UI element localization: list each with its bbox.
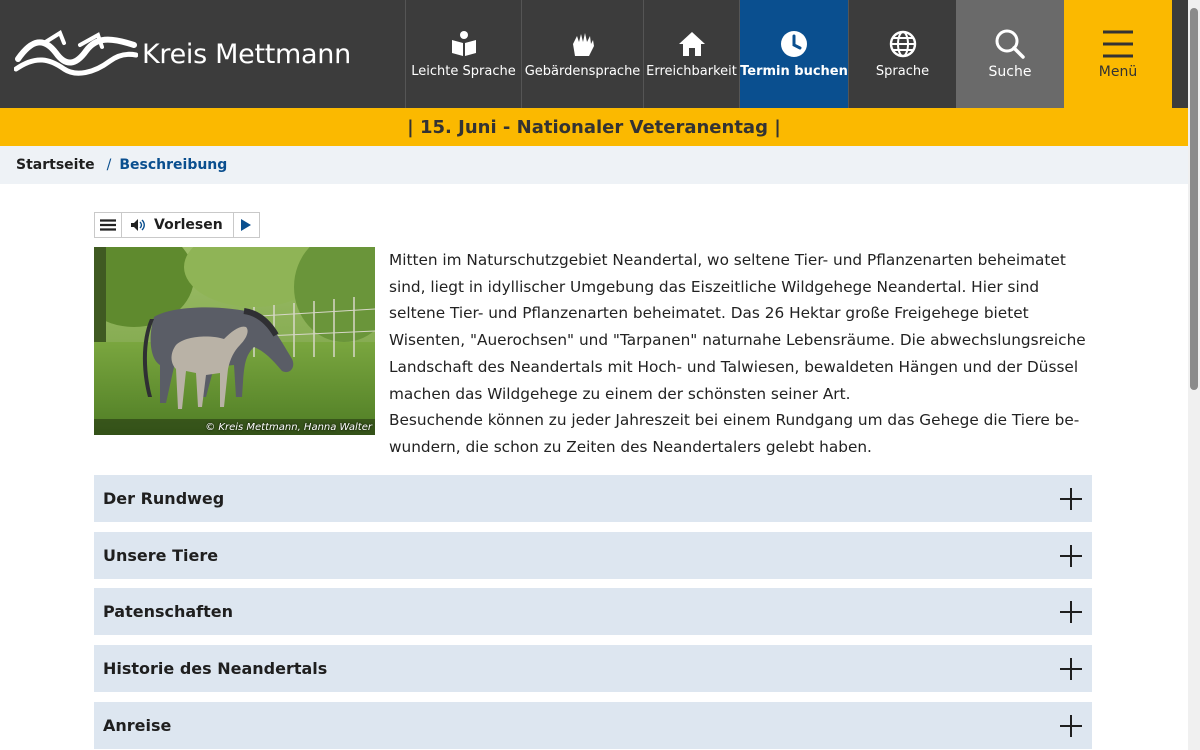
nav-label: Sprache (875, 64, 930, 79)
nav-label: Erreichbarkeit (646, 64, 737, 79)
nav-label: Leichte Sprache (411, 64, 516, 79)
plus-icon[interactable] (1060, 544, 1082, 567)
intro-paragraph: Besuchende können zu jeder Jahreszeit be… (389, 411, 1080, 456)
photo-credit: © Kreis Mettmann, Hanna Walter (205, 422, 372, 433)
readaloud-play-button[interactable] (232, 213, 259, 237)
readaloud-label: Vorlesen (154, 217, 223, 233)
book-reader-icon (450, 29, 478, 59)
site-logo[interactable]: Kreis Mettmann (0, 0, 405, 108)
breadcrumb-home[interactable]: Startseite (16, 157, 95, 173)
intro-text: Mitten im Naturschutzgebiet Neandertal, … (389, 247, 1094, 461)
scrollbar-thumb[interactable] (1190, 8, 1198, 390)
plus-icon[interactable] (1060, 487, 1082, 510)
nav-gebaerdensprache[interactable]: Gebärdensprache (521, 0, 643, 108)
readaloud-button[interactable]: Vorlesen (122, 213, 233, 237)
plus-icon[interactable] (1060, 657, 1082, 680)
nav-suche[interactable]: Suche (956, 0, 1064, 108)
breadcrumb-current[interactable]: Beschreibung (119, 157, 227, 173)
globe-icon (889, 29, 917, 59)
search-icon (994, 29, 1026, 59)
readaloud-menu-button[interactable] (95, 213, 122, 237)
clock-icon (780, 29, 808, 59)
logo-text: Kreis Mettmann (142, 38, 351, 70)
accordion-label: Historie des Neandertals (103, 659, 328, 678)
breadcrumb: Startseite / Beschreibung (0, 146, 1188, 184)
site-header: Kreis Mettmann Leichte Sprache Gebärdens… (0, 0, 1188, 108)
play-icon (241, 219, 252, 231)
sign-language-icon (569, 29, 597, 59)
breadcrumb-separator: / (106, 157, 112, 173)
accordion-item-historie[interactable]: Historie des Neandertals (94, 645, 1092, 692)
nav-label: Suche (988, 63, 1032, 80)
accordion-label: Anreise (103, 716, 172, 735)
plus-icon[interactable] (1060, 600, 1082, 623)
nav-termin-buchen[interactable]: Termin buchen (739, 0, 848, 108)
wildgehege-photo: © Kreis Mettmann, Hanna Walter (94, 247, 375, 435)
hamburger-icon (100, 219, 116, 231)
announcement-banner[interactable]: | 15. Juni - Nationaler Veteranentag | (0, 108, 1188, 146)
accordion-label: Der Rundweg (103, 489, 225, 508)
nav-sprache[interactable]: Sprache (848, 0, 956, 108)
banner-text[interactable]: | 15. Juni - Nationaler Veteranentag | (407, 117, 781, 138)
home-icon (677, 29, 707, 59)
accordion-item-tiere[interactable]: Unsere Tiere (94, 532, 1092, 579)
nav-label: Gebärdensprache (524, 64, 641, 79)
nav-leichte-sprache[interactable]: Leichte Sprache (405, 0, 521, 108)
logo-wave-icon (14, 30, 138, 76)
accordion-item-rundweg[interactable]: Der Rundweg (94, 475, 1092, 522)
accordion-item-patenschaften[interactable]: Patenschaften (94, 588, 1092, 635)
plus-icon[interactable] (1060, 714, 1082, 737)
accordion-label: Unsere Tiere (103, 546, 219, 565)
nav-label: Termin buchen (740, 64, 848, 79)
intro-paragraph: Mitten im Naturschutzgebiet Neandertal, … (389, 251, 1086, 403)
accordion-item-anreise[interactable]: Anreise (94, 702, 1092, 749)
scrollbar[interactable] (1188, 0, 1200, 750)
speaker-icon (131, 219, 145, 231)
nav-menu[interactable]: Menü (1064, 0, 1172, 108)
hamburger-icon (1102, 29, 1134, 59)
readaloud-toolbar: Vorlesen (94, 212, 260, 238)
nav-erreichbarkeit[interactable]: Erreichbarkeit (643, 0, 739, 108)
horses-photo-image (94, 247, 375, 435)
nav-label: Menü (1098, 63, 1138, 80)
accordion-label: Patenschaften (103, 602, 234, 621)
